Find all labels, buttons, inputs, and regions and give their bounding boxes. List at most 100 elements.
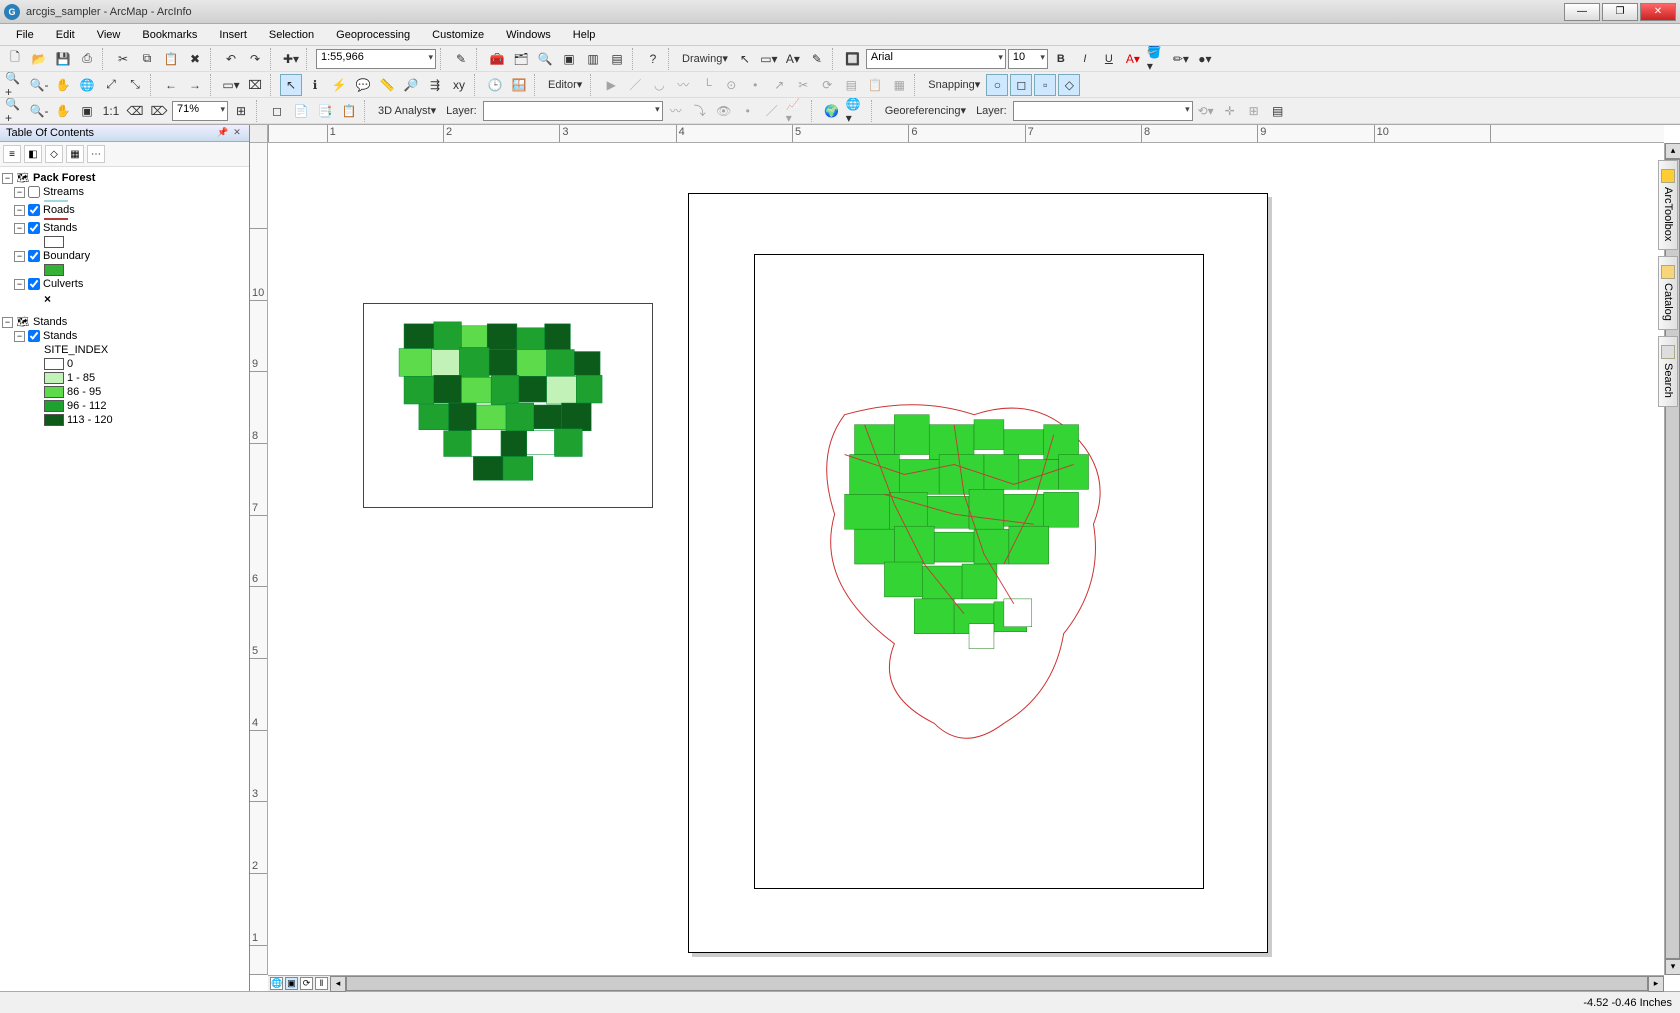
zoom-out-icon[interactable]: 🔍- bbox=[28, 74, 50, 96]
menu-windows[interactable]: Windows bbox=[496, 27, 561, 43]
snap-end-icon[interactable]: ◻ bbox=[1010, 74, 1032, 96]
edit-split-icon[interactable]: ✂ bbox=[792, 74, 814, 96]
layer-checkbox[interactable] bbox=[28, 278, 40, 290]
collapse-icon[interactable]: − bbox=[14, 251, 25, 262]
clear-selection-icon[interactable]: ⌧ bbox=[244, 74, 266, 96]
snapping-dropdown[interactable]: Snapping▾ bbox=[924, 78, 984, 91]
layout-zoom-in-icon[interactable]: 🔍+ bbox=[4, 100, 26, 122]
scroll-right-icon[interactable]: ▸ bbox=[1648, 976, 1664, 992]
time-slider-icon[interactable]: 🕒 bbox=[484, 74, 506, 96]
edit-vertices-icon[interactable]: ✎ bbox=[806, 48, 828, 70]
collapse-icon[interactable]: − bbox=[14, 331, 25, 342]
toolbox-icon[interactable]: 🧰 bbox=[486, 48, 508, 70]
interpolate-line-icon[interactable]: ／ bbox=[761, 100, 783, 122]
undo-icon[interactable]: ↶ bbox=[220, 48, 242, 70]
edit-attributes-icon[interactable]: ▤ bbox=[840, 74, 862, 96]
layer-checkbox[interactable] bbox=[28, 330, 40, 342]
dataframe-pack-forest[interactable]: − 🗺 Pack Forest bbox=[2, 171, 247, 185]
catalog-tab[interactable]: Catalog bbox=[1658, 256, 1678, 330]
minimize-button[interactable]: — bbox=[1564, 3, 1600, 21]
html-popup-icon[interactable]: 💬 bbox=[352, 74, 374, 96]
edit-rightangle-icon[interactable]: └ bbox=[696, 74, 718, 96]
edit-trace-icon[interactable]: 〰 bbox=[672, 74, 694, 96]
arcscene-icon[interactable]: 🌐▾ bbox=[845, 100, 867, 122]
list-by-visibility-icon[interactable]: ◇ bbox=[45, 145, 63, 163]
cut-icon[interactable]: ✂ bbox=[112, 48, 134, 70]
full-extent-icon[interactable]: 🌐 bbox=[76, 74, 98, 96]
menu-edit[interactable]: Edit bbox=[46, 27, 85, 43]
layout-whole-page-icon[interactable]: ▣ bbox=[76, 100, 98, 122]
steepest-path-icon[interactable]: ⤵ bbox=[689, 100, 711, 122]
menu-help[interactable]: Help bbox=[563, 27, 606, 43]
zoom-to-selected-icon[interactable]: 🔲 bbox=[842, 48, 864, 70]
menu-bookmarks[interactable]: Bookmarks bbox=[132, 27, 207, 43]
edit-tool-icon[interactable]: ▶ bbox=[600, 74, 622, 96]
collapse-icon[interactable]: − bbox=[2, 173, 13, 184]
layout-canvas[interactable] bbox=[268, 143, 1664, 975]
select-tool-icon[interactable]: ↖ bbox=[280, 74, 302, 96]
line-of-sight-icon[interactable]: 👁 bbox=[713, 100, 735, 122]
layer-stands-2[interactable]: − Stands bbox=[2, 329, 247, 343]
layer-stands[interactable]: − Stands bbox=[2, 221, 247, 235]
font-size-combo[interactable]: 10 bbox=[1008, 49, 1048, 69]
text-tool-icon[interactable]: A▾ bbox=[782, 48, 804, 70]
rectangle-icon[interactable]: ▭▾ bbox=[758, 48, 780, 70]
profile-graph-icon[interactable]: 📈▾ bbox=[785, 100, 807, 122]
edit-sketch-props-icon[interactable]: 📋 bbox=[864, 74, 886, 96]
layer-checkbox[interactable] bbox=[28, 204, 40, 216]
catalog-window-icon[interactable]: 🗂 bbox=[510, 48, 532, 70]
scroll-up-icon[interactable]: ▴ bbox=[1665, 143, 1680, 159]
toc-close-icon[interactable]: ✕ bbox=[231, 127, 243, 139]
collapse-icon[interactable]: − bbox=[14, 279, 25, 290]
go-forward-icon[interactable]: → bbox=[184, 74, 206, 96]
edit-end-icon[interactable]: • bbox=[744, 74, 766, 96]
layer-checkbox[interactable] bbox=[28, 186, 40, 198]
scale-combo[interactable]: 1:55,966 bbox=[316, 49, 436, 69]
open-icon[interactable]: 📂 bbox=[28, 48, 50, 70]
scroll-down-icon[interactable]: ▾ bbox=[1665, 959, 1680, 975]
font-combo[interactable]: Arial bbox=[866, 49, 1006, 69]
snap-vertex-icon[interactable]: ▫ bbox=[1034, 74, 1056, 96]
create-viewer-icon[interactable]: 🪟 bbox=[508, 74, 530, 96]
go-to-xy-icon[interactable]: xy bbox=[448, 74, 470, 96]
marker-color-icon[interactable]: ●▾ bbox=[1194, 48, 1216, 70]
layout-zoom-out-icon[interactable]: 🔍- bbox=[28, 100, 50, 122]
save-icon[interactable]: 💾 bbox=[52, 48, 74, 70]
collapse-icon[interactable]: − bbox=[14, 223, 25, 234]
search-tab[interactable]: Search bbox=[1658, 336, 1678, 407]
snap-edge-icon[interactable]: ◇ bbox=[1058, 74, 1080, 96]
paste-icon[interactable]: 📋 bbox=[160, 48, 182, 70]
menu-customize[interactable]: Customize bbox=[422, 27, 494, 43]
edit-dir-icon[interactable]: ↗ bbox=[768, 74, 790, 96]
dataframe-stands[interactable]: − 🗺 Stands bbox=[2, 315, 247, 329]
fill-color-icon[interactable]: 🪣▾ bbox=[1146, 48, 1168, 70]
georef-auto-icon[interactable]: ⊞ bbox=[1243, 100, 1265, 122]
line-color-icon[interactable]: ✏▾ bbox=[1170, 48, 1192, 70]
secondary-data-frame[interactable] bbox=[363, 303, 653, 508]
table-of-contents-icon[interactable]: ▤ bbox=[606, 48, 628, 70]
find-icon[interactable]: 🔎 bbox=[400, 74, 422, 96]
search-window-icon[interactable]: 🔍 bbox=[534, 48, 556, 70]
layer-boundary[interactable]: − Boundary bbox=[2, 249, 247, 263]
toc-pin-icon[interactable]: 📌 bbox=[217, 127, 229, 139]
data-driven-pages-icon[interactable]: 📑 bbox=[314, 100, 336, 122]
analyst-layer-combo[interactable] bbox=[483, 101, 663, 121]
layout-page[interactable] bbox=[688, 193, 1268, 953]
pan-icon[interactable]: ✋ bbox=[52, 74, 74, 96]
arcglobe-icon[interactable]: 🌍 bbox=[821, 100, 843, 122]
bold-button[interactable]: B bbox=[1050, 48, 1072, 70]
layout-100-icon[interactable]: 1:1 bbox=[100, 100, 122, 122]
edit-create-features-icon[interactable]: ▦ bbox=[888, 74, 910, 96]
layer-streams[interactable]: − Streams bbox=[2, 185, 247, 199]
horizontal-scrollbar[interactable]: ◂ ▸ bbox=[330, 975, 1664, 991]
data-view-button[interactable]: 🌐 bbox=[270, 977, 283, 990]
model-builder-icon[interactable]: ▥ bbox=[582, 48, 604, 70]
menu-file[interactable]: File bbox=[6, 27, 44, 43]
maximize-button[interactable]: ❐ bbox=[1602, 3, 1638, 21]
zoom-in-icon[interactable]: 🔍+ bbox=[4, 74, 26, 96]
layout-zoom-fwd-icon[interactable]: ⌦ bbox=[148, 100, 170, 122]
menu-selection[interactable]: Selection bbox=[259, 27, 324, 43]
list-by-drawing-order-icon[interactable]: ≡ bbox=[3, 145, 21, 163]
new-doc-icon[interactable]: 🗋 bbox=[4, 48, 26, 70]
focus-data-frame-icon[interactable]: ◻ bbox=[266, 100, 288, 122]
